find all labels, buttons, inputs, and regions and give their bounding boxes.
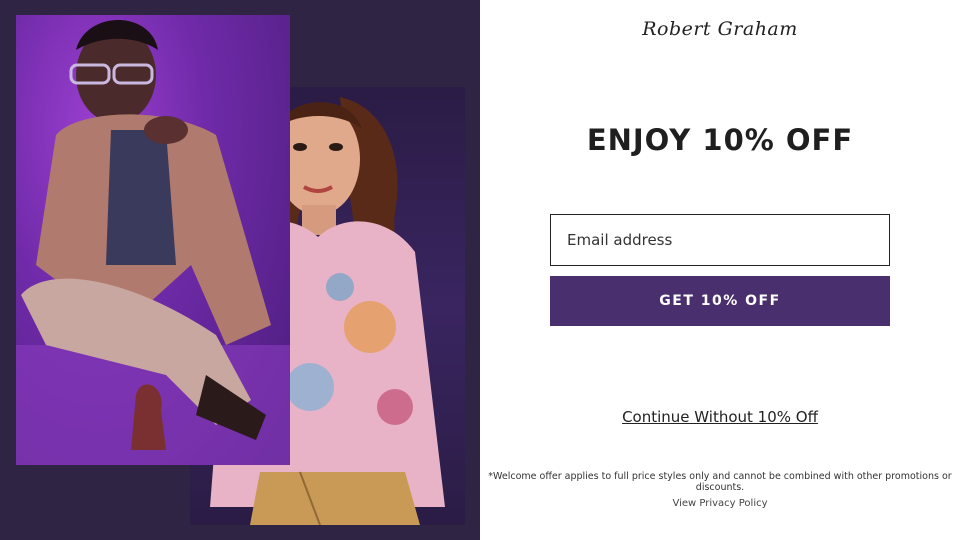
privacy-policy-link[interactable]: View Privacy Policy	[480, 498, 960, 509]
brand-logo: Robert Graham	[642, 18, 798, 40]
hero-image-panel	[0, 0, 480, 540]
continue-without-discount-link[interactable]: Continue Without 10% Off	[480, 408, 960, 426]
offer-disclaimer: *Welcome offer applies to full price sty…	[488, 471, 952, 493]
get-discount-button[interactable]: GET 10% OFF	[550, 276, 890, 326]
model-photo-man	[16, 15, 290, 465]
offer-headline: ENJOY 10% OFF	[586, 123, 854, 157]
email-input[interactable]	[550, 214, 890, 266]
signup-panel: Robert Graham ENJOY 10% OFF GET 10% OFF …	[480, 0, 960, 540]
